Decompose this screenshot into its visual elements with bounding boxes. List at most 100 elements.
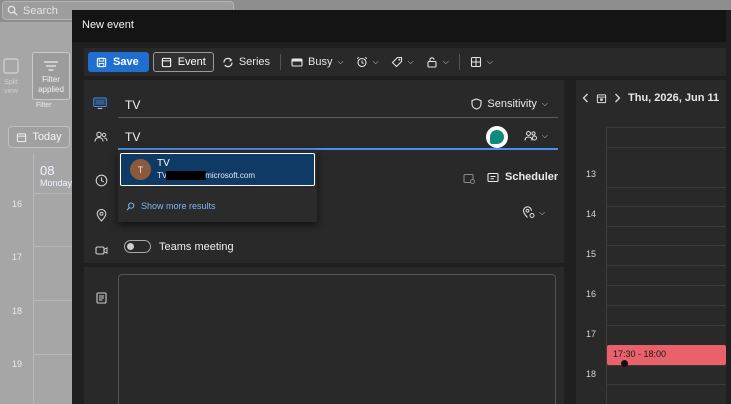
resize-handle-dot[interactable] bbox=[621, 360, 628, 367]
show-more-results-label: Show more results bbox=[141, 201, 216, 211]
notes-icon bbox=[94, 291, 108, 305]
ribbon-group-label: Filter bbox=[36, 102, 52, 109]
background-hour-line bbox=[33, 300, 73, 301]
video-camera-icon bbox=[94, 243, 108, 257]
filter-icon bbox=[44, 61, 58, 71]
dialog-title-bar bbox=[72, 10, 726, 42]
search-icon bbox=[7, 5, 18, 16]
attendees-input[interactable]: TV ⌵ bbox=[118, 126, 558, 150]
save-button[interactable]: Save bbox=[88, 52, 149, 72]
chevron-down-icon: ⌵ bbox=[541, 131, 548, 140]
privacy-dropdown[interactable]: ⌵ bbox=[422, 52, 453, 72]
background-split-view-button: Split view bbox=[0, 52, 22, 100]
copilot-chat-icon[interactable] bbox=[486, 126, 508, 148]
hour-line bbox=[606, 127, 726, 128]
background-filter-button: Filter applied bbox=[32, 52, 70, 100]
half-hour-line bbox=[606, 147, 726, 148]
background-today-button: Today bbox=[8, 126, 70, 148]
event-time-range: 17:30 - 18:00 bbox=[613, 349, 667, 359]
hour-line bbox=[606, 226, 726, 227]
half-hour-line bbox=[606, 206, 726, 207]
hour-line bbox=[606, 187, 726, 188]
categorize-dropdown[interactable]: ⌵ bbox=[387, 52, 418, 72]
background-day-divider bbox=[33, 153, 34, 404]
today-label: Today bbox=[32, 131, 62, 143]
background-hour-line bbox=[33, 354, 73, 355]
half-hour-line bbox=[606, 384, 726, 385]
busy-status-icon bbox=[291, 57, 303, 68]
sensitivity-dropdown[interactable]: Sensitivity ⌵ bbox=[471, 98, 548, 110]
clock-icon bbox=[94, 173, 108, 187]
teams-meeting-toggle[interactable] bbox=[124, 240, 151, 253]
event-icon bbox=[161, 57, 172, 68]
alarm-clock-icon bbox=[356, 56, 368, 68]
toggle-knob bbox=[127, 243, 134, 250]
calendar-icon bbox=[16, 132, 27, 143]
chevron-down-icon: ⌵ bbox=[407, 57, 414, 66]
attendee-suggestions-dropdown: T TV TV microsoft.com Show more results bbox=[118, 151, 317, 222]
hour-label: 18 bbox=[586, 369, 597, 379]
background-hour-label: 19 bbox=[12, 359, 23, 369]
go-to-today-icon[interactable] bbox=[596, 93, 607, 104]
shield-icon bbox=[471, 98, 482, 110]
redacted-block bbox=[166, 171, 207, 181]
event-toolbar: Save Event Series Busy ⌵ ⌵ ⌵ ⌵ ⌵ bbox=[84, 48, 726, 76]
background-hour-line bbox=[33, 246, 73, 247]
chevron-down-icon: ⌵ bbox=[541, 99, 548, 108]
save-icon bbox=[96, 57, 107, 68]
show-as-busy-dropdown[interactable]: Busy ⌵ bbox=[287, 52, 348, 72]
reminder-dropdown[interactable]: ⌵ bbox=[352, 52, 383, 72]
hour-line bbox=[606, 265, 726, 266]
chevron-down-icon: ⌵ bbox=[486, 57, 493, 66]
chevron-down-icon: ⌵ bbox=[372, 57, 379, 66]
search-icon bbox=[126, 201, 135, 211]
attendee-options-dropdown[interactable]: ⌵ bbox=[524, 130, 548, 142]
search-placeholder: Search bbox=[23, 4, 58, 17]
hour-label: 13 bbox=[586, 169, 597, 179]
toolbar-divider bbox=[280, 54, 282, 70]
scheduler-button[interactable]: Scheduler bbox=[487, 171, 558, 183]
toolbar-divider bbox=[458, 54, 460, 70]
location-pin-icon bbox=[94, 208, 108, 222]
suggestion-item[interactable]: T TV TV microsoft.com bbox=[120, 153, 315, 186]
suggestion-name: TV bbox=[157, 158, 170, 169]
hour-label: 14 bbox=[586, 209, 597, 219]
background-hour-label: 17 bbox=[12, 252, 23, 262]
chevron-down-icon: ⌵ bbox=[442, 57, 449, 66]
event-title-value: TV bbox=[125, 98, 141, 112]
recurrence-icon bbox=[222, 57, 234, 68]
monitor-icon bbox=[93, 96, 107, 110]
description-editor[interactable] bbox=[118, 274, 556, 404]
hour-label: 16 bbox=[586, 289, 597, 299]
chevron-down-icon: ⌵ bbox=[337, 57, 344, 66]
event-type-button[interactable]: Event bbox=[152, 52, 214, 72]
calendar-date-label[interactable]: Thu, 2026, Jun 11 bbox=[628, 92, 719, 104]
half-hour-line bbox=[606, 325, 726, 326]
series-button[interactable]: Series bbox=[218, 52, 274, 72]
show-more-results-link[interactable]: Show more results bbox=[126, 201, 216, 211]
half-hour-line bbox=[606, 285, 726, 286]
chat-bubble-shape bbox=[490, 130, 504, 144]
chevron-right-icon[interactable] bbox=[614, 93, 621, 103]
suggestion-email: TV microsoft.com bbox=[157, 171, 255, 181]
filter-applied-label: Filter applied bbox=[38, 75, 64, 94]
hour-line bbox=[606, 305, 726, 306]
chevron-left-icon[interactable] bbox=[582, 93, 589, 103]
background-hour-line bbox=[33, 193, 73, 194]
table-grid-icon bbox=[470, 56, 482, 68]
apps-dropdown[interactable]: ⌵ bbox=[466, 52, 497, 72]
hour-label: 15 bbox=[586, 249, 597, 259]
background-day-name: Monday bbox=[40, 178, 73, 188]
event-title-input[interactable]: TV Sensitivity ⌵ bbox=[118, 94, 558, 118]
people-settings-icon bbox=[524, 130, 538, 142]
time-zone-icon[interactable] bbox=[463, 173, 475, 184]
hour-label: 17 bbox=[586, 329, 597, 339]
teams-meeting-row: Teams meeting bbox=[124, 240, 234, 253]
description-panel bbox=[84, 267, 564, 404]
sensitivity-label: Sensitivity bbox=[487, 98, 537, 110]
busy-label: Busy bbox=[308, 56, 333, 68]
calendar-event-block[interactable]: 17:30 - 18:00 bbox=[607, 345, 726, 367]
scheduler-label: Scheduler bbox=[505, 171, 559, 183]
location-settings-icon bbox=[522, 206, 535, 219]
location-options-dropdown[interactable]: ⌵ bbox=[522, 206, 545, 219]
